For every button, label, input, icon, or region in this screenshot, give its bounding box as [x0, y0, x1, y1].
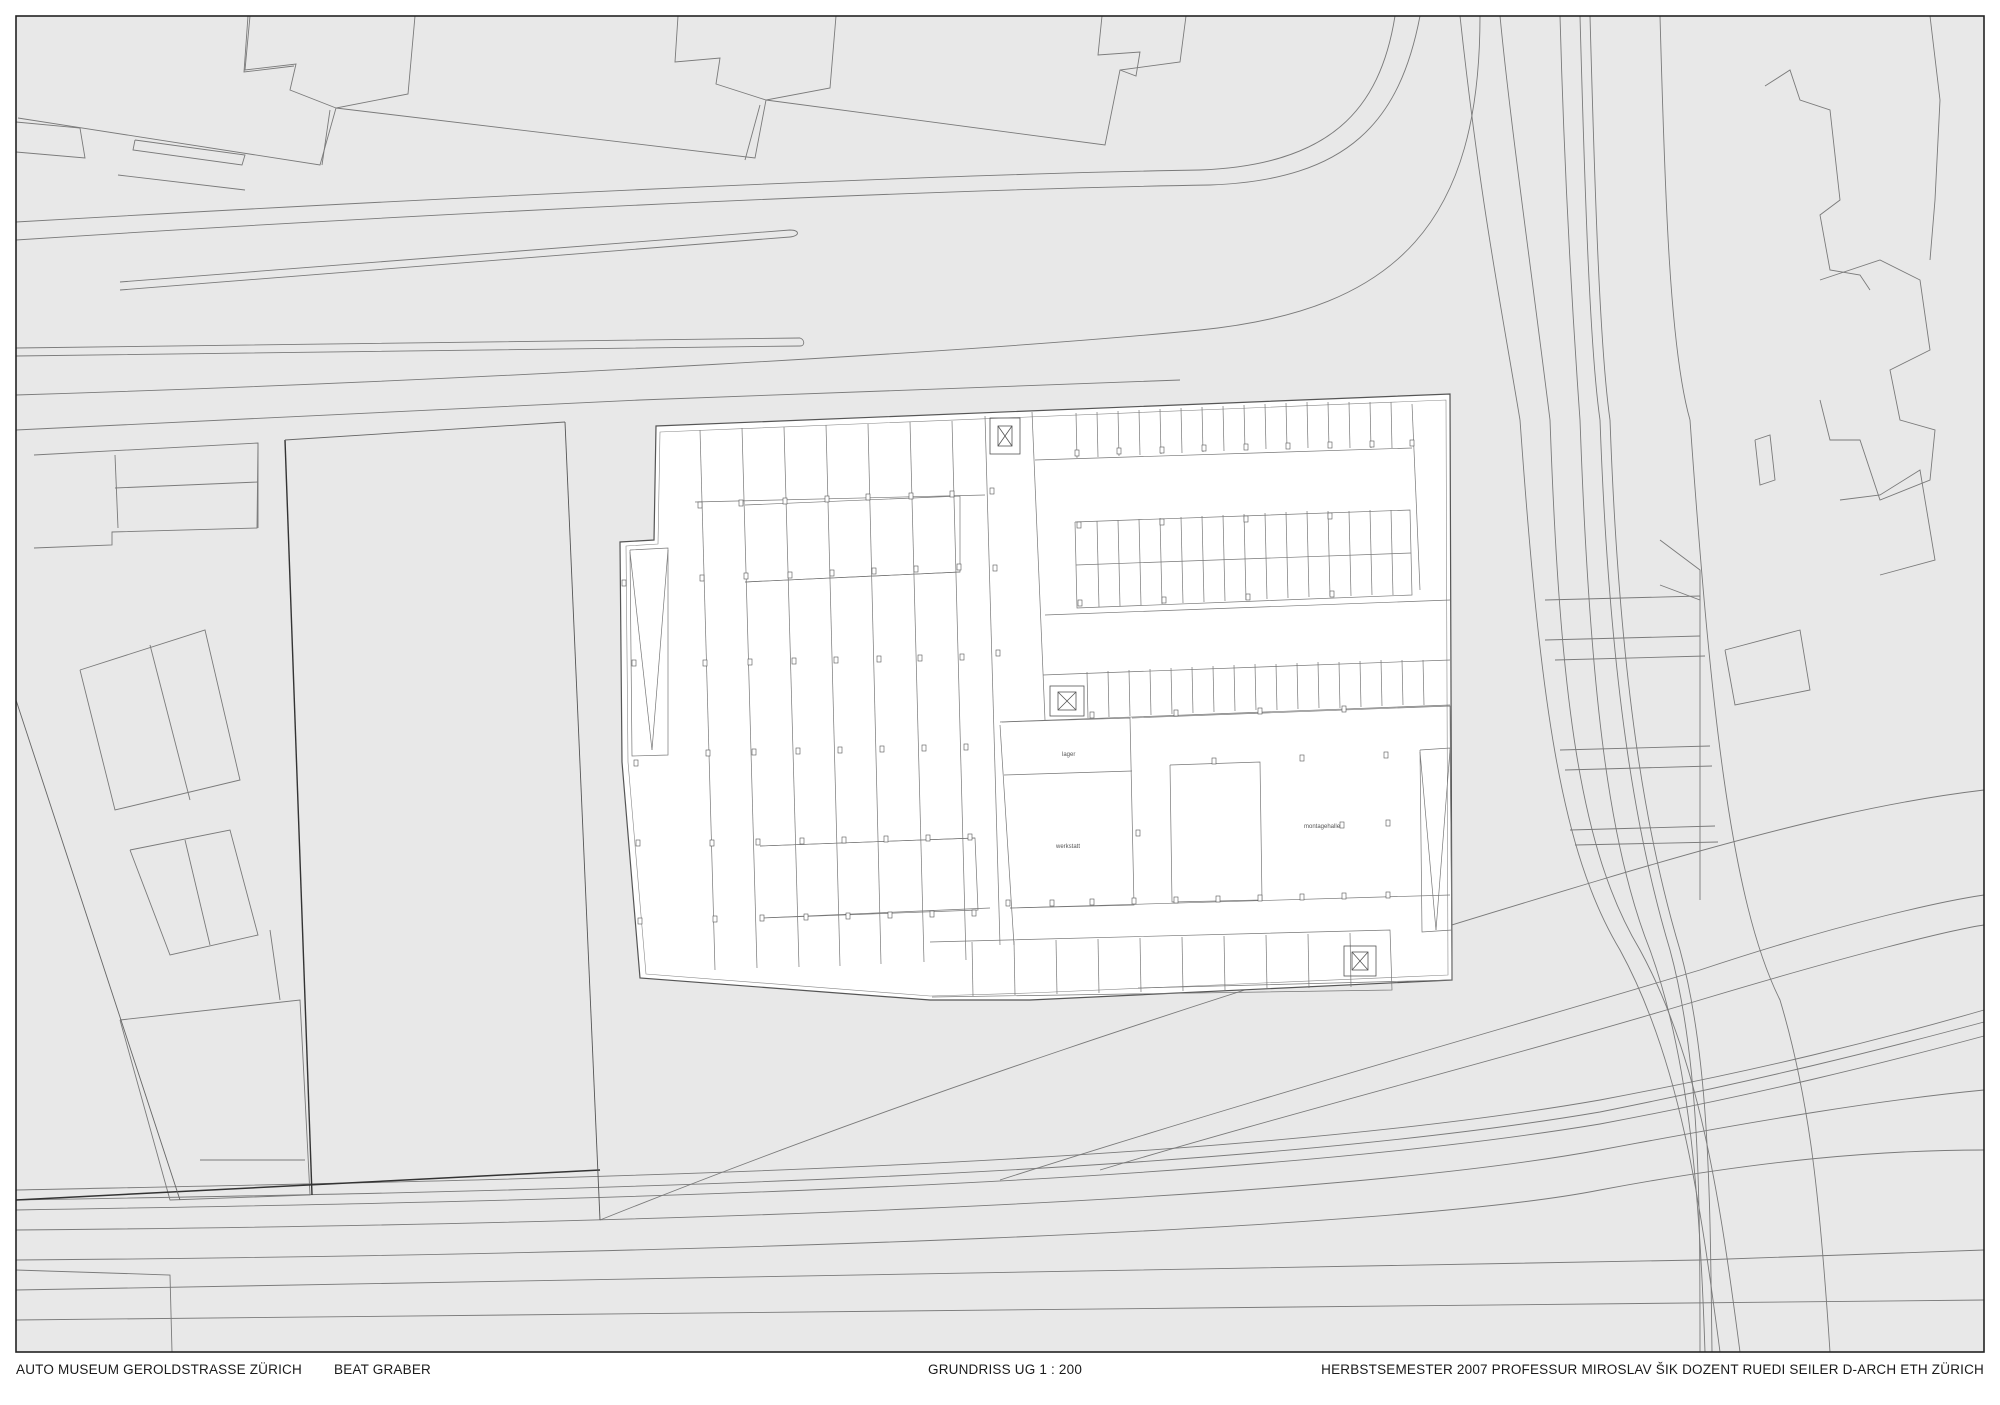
drawing-sheet: lager werkstatt montagehalle AUTO MUSEUM…: [0, 0, 2000, 1400]
room-label-werkstatt: werkstatt: [1055, 844, 1080, 850]
site-plan-drawing: lager werkstatt montagehalle: [0, 0, 2000, 1400]
building-footprint: [619, 393, 1453, 1001]
author-name: BEAT GRABER: [334, 1362, 431, 1377]
project-title: AUTO MUSEUM GEROLDSTRASSE ZÜRICH: [16, 1362, 302, 1377]
title-block: AUTO MUSEUM GEROLDSTRASSE ZÜRICH BEAT GR…: [16, 1352, 1984, 1392]
credits: HERBSTSEMESTER 2007 PROFESSUR MIROSLAV Š…: [1321, 1362, 1984, 1377]
room-label-lager: lager: [1062, 752, 1075, 758]
sheet-title: GRUNDRISS UG 1 : 200: [928, 1362, 1083, 1377]
room-label-montagehalle: montagehalle: [1304, 824, 1341, 830]
